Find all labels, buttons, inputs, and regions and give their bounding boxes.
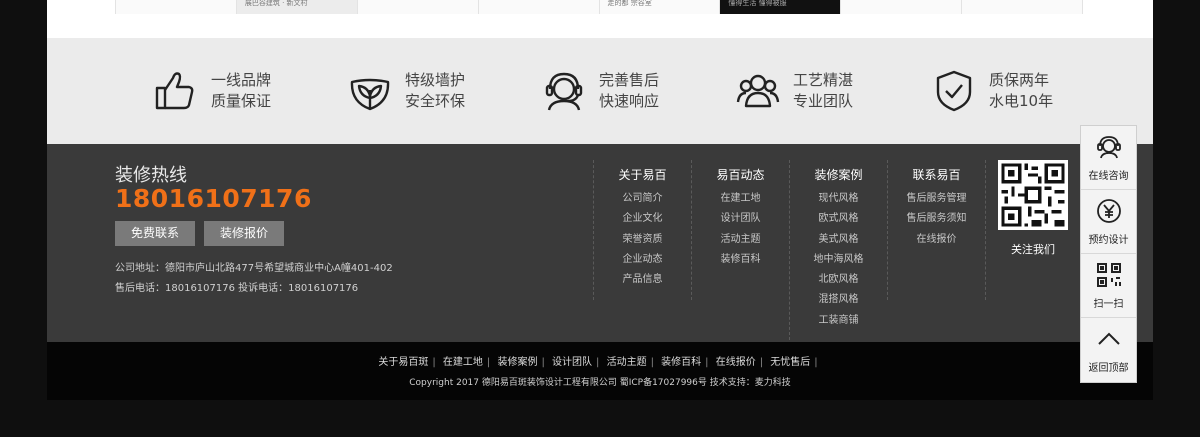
footer-link[interactable]: 产品信息 (594, 270, 691, 290)
footer-link[interactable]: 荣誉资质 (594, 230, 691, 250)
footer-link[interactable]: 装修百科 (692, 250, 789, 270)
thumbnail-caption: 懂得生活 懂得被服 (728, 0, 787, 7)
back-to-top-button[interactable]: 返回顶部 (1081, 318, 1136, 382)
column-title: 联系易百 (912, 168, 961, 182)
copyright-text: Copyright 2017 德阳易百斑装饰设计工程有限公司 蜀ICP备1702… (409, 378, 791, 388)
footer-column-about: 关于易百 公司简介 企业文化 荣誉资质 企业动态 产品信息 (593, 160, 691, 300)
column-title: 关于易百 (618, 168, 667, 182)
feature-line2: 水电10年 (989, 92, 1054, 110)
service-phones: 售后电话：18016107176 投诉电话：18016107176 (115, 283, 359, 294)
feature-line1: 特级墙护 (405, 71, 466, 89)
case-thumbnail[interactable] (115, 0, 236, 14)
bottom-link[interactable]: 装修百科 (661, 357, 701, 368)
footer-column-cases: 装修案例 现代风格 欧式风格 美式风格 地中海风格 北欧风格 混搭风格 工装商铺 (789, 160, 887, 340)
feature-line1: 质保两年 (989, 71, 1050, 89)
bottom-link[interactable]: 无忧售后 (770, 357, 810, 368)
case-thumbnail[interactable] (356, 0, 478, 14)
free-contact-button[interactable]: 免费联系 (115, 221, 195, 246)
bottom-link[interactable]: 在线报价 (716, 357, 756, 368)
footer-link[interactable]: 售后服务管理 (888, 189, 985, 209)
yen-icon (1096, 199, 1121, 223)
feature-line2: 质量保证 (211, 92, 272, 110)
bottom-link[interactable]: 装修案例 (497, 357, 537, 368)
case-thumbnail[interactable] (477, 0, 599, 14)
bottom-link[interactable]: 关于易百斑 (378, 357, 428, 368)
footer-column-news: 易百动态 在建工地 设计团队 活动主题 装修百科 (691, 160, 789, 300)
footer-link[interactable]: 美式风格 (790, 230, 887, 250)
feature-brand: 一线品牌 质量保证 (153, 68, 271, 114)
service-features: 一线品牌 质量保证 特级墙护 安全环保 完善售后 快速响应 工艺精湛 专业团队 … (47, 38, 1153, 144)
case-thumbnail[interactable] (840, 0, 962, 14)
wechat-qr-code (998, 160, 1068, 230)
float-label: 返回顶部 (1088, 363, 1129, 374)
feature-team: 工艺精湛 专业团队 (735, 68, 853, 114)
footer-link[interactable]: 欧式风格 (790, 209, 887, 229)
footer-link[interactable]: 公司简介 (594, 189, 691, 209)
feature-line2: 安全环保 (405, 92, 466, 110)
footer-link[interactable]: 设计团队 (692, 209, 789, 229)
page: 展巴谷建筑 · 新文村 走的都 宗谷室 懂得生活 懂得被服 一线品牌质量保证 (0, 0, 1200, 437)
column-divider (985, 160, 986, 300)
footer-link[interactable]: 地中海风格 (790, 250, 887, 270)
thumbnail-row: 展巴谷建筑 · 新文村 走的都 宗谷室 懂得生活 懂得被服 (115, 0, 1083, 14)
case-thumbnail[interactable]: 懂得生活 懂得被服 (719, 0, 841, 14)
thumbnail-caption: 走的都 宗谷室 (607, 0, 652, 7)
thumbs-up-icon (155, 72, 194, 110)
footer-link[interactable]: 售后服务须知 (888, 209, 985, 229)
thumbnail-caption: 展巴谷建筑 · 新文村 (244, 0, 308, 7)
floating-side-panel: 在线咨询 预约设计 扫一扫 返回顶部 (1080, 125, 1137, 383)
bottom-link[interactable]: 在建工地 (443, 357, 483, 368)
feature-warranty: 质保两年水电10年 (931, 68, 1053, 114)
company-address: 公司地址：德阳市庐山北路477号希望城商业中心A幢401-402 (115, 263, 393, 274)
check-shield-icon (936, 70, 972, 112)
feature-line2: 快速响应 (599, 92, 660, 110)
online-consult-button[interactable]: 在线咨询 (1081, 126, 1136, 190)
float-label: 扫一扫 (1093, 299, 1124, 310)
case-thumbnail[interactable] (961, 0, 1083, 14)
footer-container: 展巴谷建筑 · 新文村 走的都 宗谷室 懂得生活 懂得被服 一线品牌质量保证 (47, 0, 1153, 400)
feature-line2: 专业团队 (793, 92, 854, 110)
team-icon (736, 74, 780, 108)
case-thumbnail-strip: 展巴谷建筑 · 新文村 走的都 宗谷室 懂得生活 懂得被服 (47, 0, 1153, 38)
footer-link[interactable]: 企业文化 (594, 209, 691, 229)
bottom-link[interactable]: 设计团队 (552, 357, 592, 368)
book-design-button[interactable]: 预约设计 (1081, 190, 1136, 254)
footer-link[interactable]: 在建工地 (692, 189, 789, 209)
footer-link[interactable]: 工装商铺 (790, 311, 887, 331)
scan-qr-button[interactable]: 扫一扫 (1081, 254, 1136, 318)
case-thumbnail[interactable]: 展巴谷建筑 · 新文村 (235, 0, 357, 14)
float-label: 在线咨询 (1088, 171, 1129, 182)
headset-icon (545, 72, 583, 111)
feature-aftersales: 完善售后 快速响应 (541, 68, 659, 114)
case-thumbnail[interactable]: 走的都 宗谷室 (598, 0, 720, 14)
footer-link[interactable]: 在线报价 (888, 230, 985, 250)
footer-link[interactable]: 企业动态 (594, 250, 691, 270)
bottom-nav: 关于易百斑 | 在建工地 | 装修案例 | 设计团队 | 活动主题 | 装修百科 | 在线报… (378, 357, 818, 368)
footer-info: 装修热线 18016107176 免费联系 装修报价 公司地址：德阳市庐山北路4… (47, 144, 1153, 342)
qr-code-icon (1096, 263, 1121, 287)
footer-link[interactable]: 混搭风格 (790, 290, 887, 310)
feature-line1: 完善售后 (599, 71, 660, 89)
column-title: 易百动态 (716, 168, 765, 182)
quote-button[interactable]: 装修报价 (204, 221, 284, 246)
leaf-shield-icon (350, 78, 390, 111)
qr-code-icon (998, 160, 1068, 230)
float-label: 预约设计 (1088, 235, 1129, 246)
feature-eco: 特级墙护 安全环保 (347, 68, 465, 114)
footer-link[interactable]: 北欧风格 (790, 270, 887, 290)
footer-bottom: 关于易百斑 | 在建工地 | 装修案例 | 设计团队 | 活动主题 | 装修百科 | 在线报… (47, 342, 1153, 400)
chevron-up-icon (1097, 332, 1120, 345)
column-title: 装修案例 (814, 168, 863, 182)
hotline-number[interactable]: 18016107176 (115, 184, 312, 213)
follow-us-label: 关注我们 (1011, 243, 1055, 256)
feature-line1: 一线品牌 (211, 71, 272, 89)
footer-link[interactable]: 活动主题 (692, 230, 789, 250)
bottom-link[interactable]: 活动主题 (607, 357, 647, 368)
headset-icon (1096, 136, 1121, 159)
footer-column-contact: 联系易百 售后服务管理 售后服务须知 在线报价 (887, 160, 985, 300)
feature-line1: 工艺精湛 (793, 71, 854, 89)
footer-link[interactable]: 现代风格 (790, 189, 887, 209)
